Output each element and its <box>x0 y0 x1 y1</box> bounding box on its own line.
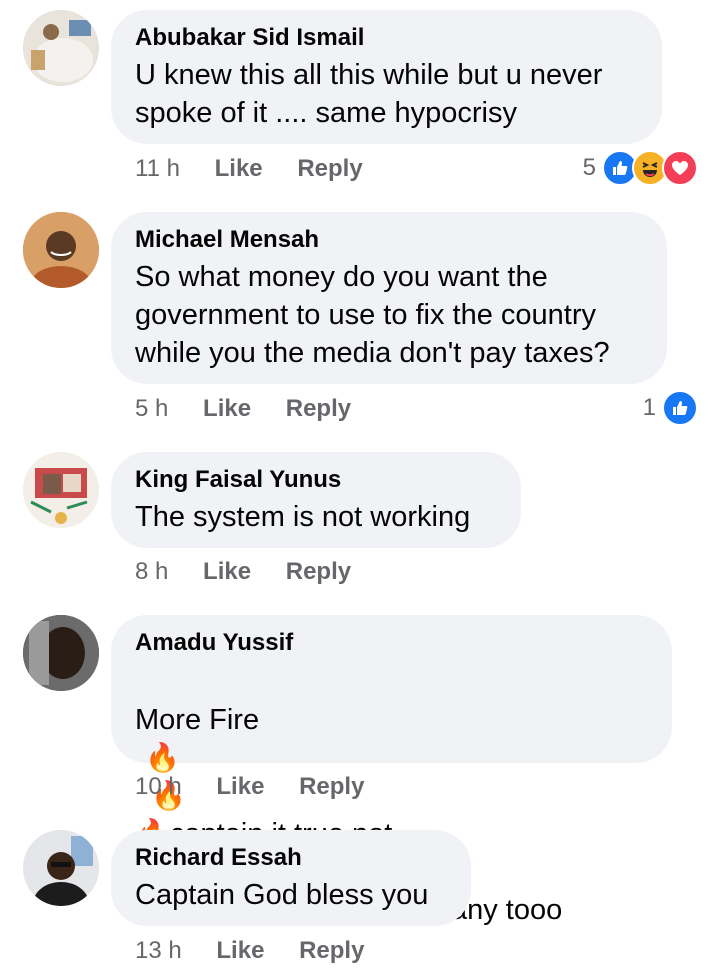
avatar[interactable] <box>23 452 99 528</box>
like-button[interactable]: Like <box>215 155 263 182</box>
reply-button[interactable]: Reply <box>286 558 351 585</box>
comment-actions: 8 h Like Reply <box>135 558 379 586</box>
timestamp[interactable]: 8 h <box>135 558 168 585</box>
timestamp[interactable]: 10 h <box>135 773 182 800</box>
avatar[interactable] <box>23 212 99 288</box>
comment-bubble: Richard Essah Captain God bless you <box>111 830 471 926</box>
comment-text: U knew this all this while but u never s… <box>135 59 603 129</box>
love-icon <box>662 150 698 186</box>
comment-text: Captain God bless you <box>135 879 429 911</box>
comment-actions: 13 h Like Reply <box>135 937 392 965</box>
like-button[interactable]: Like <box>203 395 251 422</box>
commenter-name[interactable]: Abubakar Sid Ismail <box>135 24 638 52</box>
reaction-count: 1 <box>642 394 656 421</box>
like-button[interactable]: Like <box>216 773 264 800</box>
comment-bubble: Abubakar Sid Ismail U knew this all this… <box>111 10 662 144</box>
comment-actions: 5 h Like Reply <box>135 395 379 423</box>
comment-text-part: More Fire <box>135 704 260 736</box>
avatar[interactable] <box>23 830 99 906</box>
avatar[interactable] <box>23 615 99 691</box>
like-button[interactable]: Like <box>203 558 251 585</box>
commenter-name[interactable]: Amadu Yussif <box>135 629 648 657</box>
comment-actions: 10 h Like Reply <box>135 773 392 801</box>
avatar[interactable] <box>23 10 99 86</box>
comment-actions: 11 h Like Reply <box>135 155 391 183</box>
reply-button[interactable]: Reply <box>297 155 362 182</box>
reaction-count: 5 <box>582 154 596 181</box>
commenter-name[interactable]: Richard Essah <box>135 844 447 872</box>
comment-bubble: King Faisal Yunus The system is not work… <box>111 452 521 548</box>
comment-bubble: Michael Mensah So what money do you want… <box>111 212 667 384</box>
timestamp[interactable]: 13 h <box>135 937 182 964</box>
commenter-name[interactable]: Michael Mensah <box>135 226 643 254</box>
reply-button[interactable]: Reply <box>286 395 351 422</box>
reply-button[interactable]: Reply <box>299 937 364 964</box>
reaction-summary[interactable]: 5 <box>583 150 698 186</box>
reply-button[interactable]: Reply <box>299 773 364 800</box>
fire-emoji-icon: 🔥 <box>145 742 180 773</box>
reaction-summary[interactable]: 1 <box>643 390 698 426</box>
comment-text: The system is not working <box>135 501 471 533</box>
comment-text: So what money do you want the government… <box>135 261 610 369</box>
like-icon <box>662 390 698 426</box>
comment-bubble: Amadu Yussif More Fire 🔥 🔥 🔥captain it t… <box>111 615 672 926</box>
timestamp[interactable]: 5 h <box>135 395 168 422</box>
like-button[interactable]: Like <box>216 937 264 964</box>
commenter-name[interactable]: King Faisal Yunus <box>135 466 497 494</box>
timestamp[interactable]: 11 h <box>135 155 180 182</box>
